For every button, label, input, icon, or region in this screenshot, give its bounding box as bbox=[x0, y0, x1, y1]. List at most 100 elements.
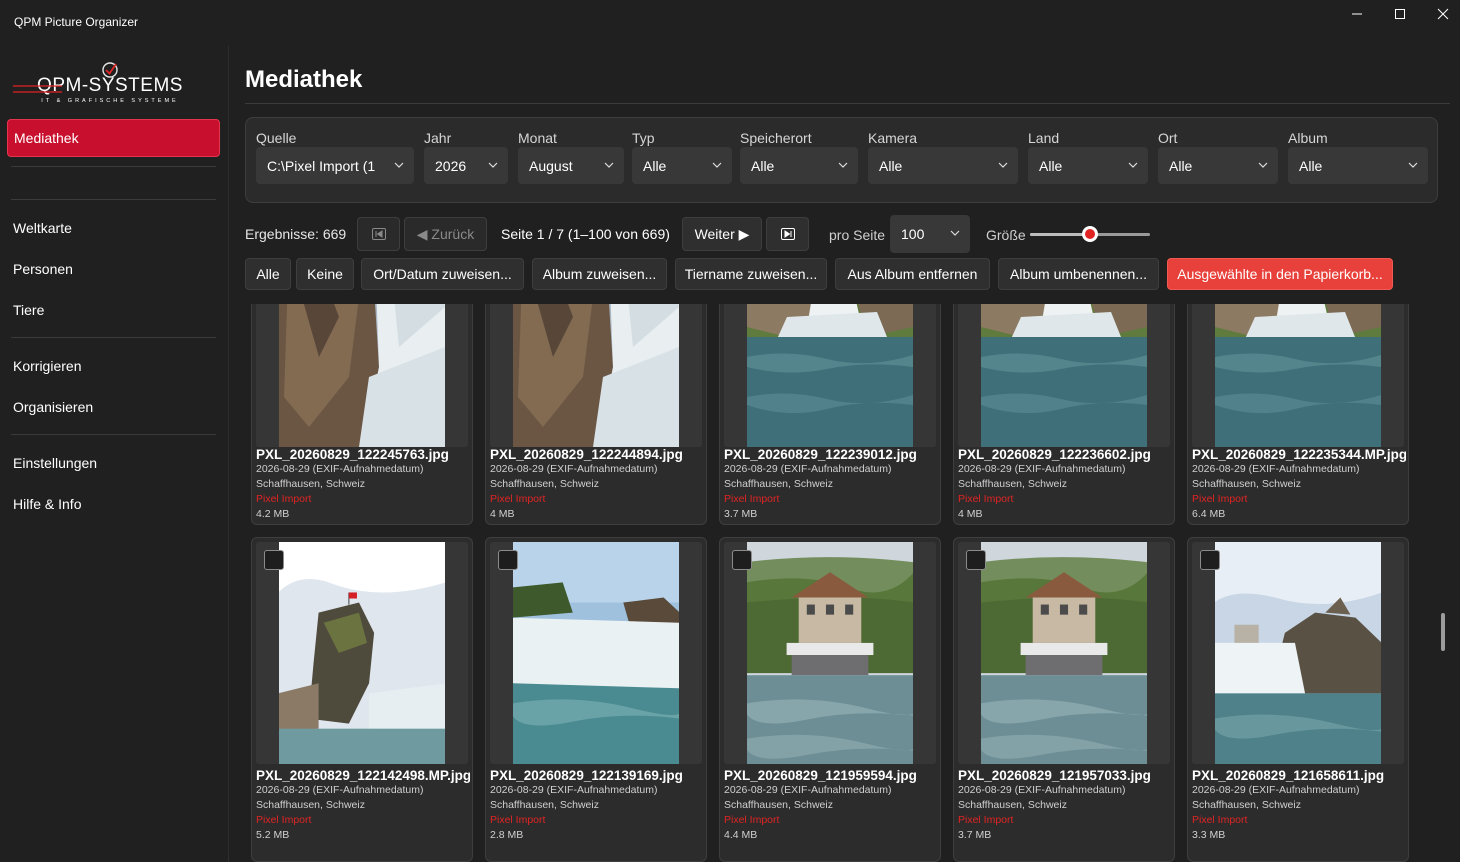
remove-from-album-button[interactable]: Aus Album entfernen bbox=[835, 258, 990, 290]
filter-label: Quelle bbox=[256, 130, 297, 146]
select-checkbox[interactable] bbox=[966, 550, 986, 570]
sidebar-item-tiere[interactable]: Tiere bbox=[7, 291, 220, 329]
close-button[interactable] bbox=[1422, 4, 1460, 24]
size-slider-thumb[interactable] bbox=[1082, 226, 1098, 242]
sidebar-item-mediathek[interactable]: Mediathek bbox=[7, 119, 220, 157]
photo-thumbnail[interactable] bbox=[513, 304, 679, 447]
maximize-icon bbox=[1395, 9, 1405, 19]
album-select[interactable]: Alle bbox=[1288, 147, 1428, 184]
photo-filename: PXL_20260829_122245763.jpg bbox=[256, 447, 449, 462]
ort-select[interactable]: Alle bbox=[1158, 147, 1278, 184]
photo-filename: PXL_20260829_121959594.jpg bbox=[724, 768, 917, 783]
photo-filesize: 4 MB bbox=[490, 508, 515, 520]
photo-filename: PXL_20260829_122235344.MP.jpg bbox=[1192, 447, 1406, 462]
photo-date: 2026-08-29 (EXIF-Aufnahmedatum) bbox=[724, 784, 892, 796]
photo-source: Pixel Import bbox=[256, 814, 312, 826]
filter-label: Typ bbox=[632, 130, 655, 146]
photo-date: 2026-08-29 (EXIF-Aufnahmedatum) bbox=[958, 463, 1126, 475]
photo-card[interactable]: PXL_20260829_121658611.jpg 2026-08-29 (EX… bbox=[1187, 537, 1409, 862]
photo-card[interactable]: PXL_20260829_122139169.jpg 2026-08-29 (EX… bbox=[485, 537, 707, 862]
photo-filename: PXL_20260829_122142498.MP.jpg bbox=[256, 768, 470, 783]
back-button[interactable]: ◀ Zurück bbox=[404, 217, 487, 251]
filter-label: Kamera bbox=[868, 130, 918, 146]
sidebar-item-personen[interactable]: Personen bbox=[7, 250, 220, 288]
photo-filename: PXL_20260829_121957033.jpg bbox=[958, 768, 1151, 783]
jahr-select[interactable]: 2026 bbox=[424, 147, 508, 184]
select-checkbox[interactable] bbox=[1200, 550, 1220, 570]
photo-thumbnail-frame bbox=[256, 542, 468, 764]
select-all-button[interactable]: Alle bbox=[245, 258, 291, 290]
rename-album-button[interactable]: Album umbenennen... bbox=[998, 258, 1159, 290]
photo-card[interactable]: PXL_20260829_122244894.jpg 2026-08-29 (EX… bbox=[485, 304, 707, 525]
select-value: 100 bbox=[901, 226, 925, 242]
photo-thumbnail[interactable] bbox=[747, 542, 913, 764]
quelle-select[interactable]: C:\Pixel Import (1 bbox=[256, 147, 414, 184]
photo-card[interactable]: PXL_20260829_122245763.jpg 2026-08-29 (EX… bbox=[251, 304, 473, 525]
sidebar-item-korrigieren[interactable]: Korrigieren bbox=[7, 347, 220, 385]
photo-thumbnail[interactable] bbox=[279, 542, 445, 764]
photo-thumbnail[interactable] bbox=[981, 304, 1147, 447]
assign-album-button[interactable]: Album zuweisen... bbox=[532, 258, 667, 290]
filter-label: Speicherort bbox=[740, 130, 812, 146]
page-info: Seite 1 / 7 (1–100 von 669) bbox=[501, 226, 670, 242]
assign-place-date-button[interactable]: Ort/Datum zuweisen... bbox=[361, 258, 524, 290]
sidebar-item-einstellungen[interactable]: Einstellungen bbox=[7, 444, 220, 482]
next-button[interactable]: Weiter ▶ bbox=[682, 217, 762, 251]
select-value: 2026 bbox=[435, 157, 467, 174]
chevron-down-icon bbox=[1408, 162, 1418, 168]
sidebar-item-organisieren[interactable]: Organisieren bbox=[7, 388, 220, 426]
typ-select[interactable]: Alle bbox=[632, 147, 732, 184]
action-bar: Alle Keine Ort/Datum zuweisen... Album z… bbox=[230, 258, 1460, 290]
photo-thumbnail[interactable] bbox=[1215, 542, 1381, 764]
photo-thumbnail-frame bbox=[958, 542, 1170, 764]
grid-scrollbar-thumb[interactable] bbox=[1441, 613, 1445, 651]
per-page-select[interactable]: 100 bbox=[890, 215, 970, 253]
first-page-button[interactable] bbox=[357, 217, 400, 251]
photo-card[interactable]: PXL_20260829_121959594.jpg 2026-08-29 (EX… bbox=[719, 537, 941, 862]
skip-to-end-icon bbox=[780, 228, 795, 240]
filter-label: Monat bbox=[518, 130, 557, 146]
photo-thumbnail[interactable] bbox=[747, 304, 913, 447]
assign-animal-name-button[interactable]: Tiername zuweisen... bbox=[675, 258, 827, 290]
select-value: August bbox=[529, 157, 573, 174]
last-page-button[interactable] bbox=[766, 217, 809, 251]
results-count: Ergebnisse: 669 bbox=[245, 226, 347, 242]
chevron-down-icon bbox=[488, 162, 498, 168]
photo-filename: PXL_20260829_122236602.jpg bbox=[958, 447, 1151, 462]
land-select[interactable]: Alle bbox=[1028, 147, 1148, 184]
sidebar-item-hilfe-info[interactable]: Hilfe & Info bbox=[7, 485, 220, 523]
photo-thumbnail[interactable] bbox=[1215, 304, 1381, 447]
select-value: Alle bbox=[879, 157, 903, 174]
photo-thumbnail[interactable] bbox=[279, 304, 445, 447]
photo-metadata: PXL_20260829_122139169.jpg 2026-08-29 (EX… bbox=[490, 768, 704, 843]
photo-date: 2026-08-29 (EXIF-Aufnahmedatum) bbox=[958, 784, 1126, 796]
select-none-button[interactable]: Keine bbox=[296, 258, 354, 290]
photo-thumbnail-frame bbox=[724, 304, 936, 447]
kamera-select[interactable]: Alle bbox=[868, 147, 1018, 184]
photo-metadata: PXL_20260829_121957033.jpg 2026-08-29 (EX… bbox=[958, 768, 1172, 843]
photo-date: 2026-08-29 (EXIF-Aufnahmedatum) bbox=[490, 463, 658, 475]
photo-thumbnail[interactable] bbox=[513, 542, 679, 764]
minimize-icon bbox=[1352, 13, 1362, 15]
photo-filesize: 3.3 MB bbox=[1192, 829, 1226, 841]
photo-card[interactable]: PXL_20260829_122239012.jpg 2026-08-29 (EX… bbox=[719, 304, 941, 525]
photo-date: 2026-08-29 (EXIF-Aufnahmedatum) bbox=[724, 463, 892, 475]
monat-select[interactable]: August bbox=[518, 147, 624, 184]
photo-card[interactable]: PXL_20260829_122236602.jpg 2026-08-29 (EX… bbox=[953, 304, 1175, 525]
close-icon bbox=[1437, 8, 1449, 20]
maximize-button[interactable] bbox=[1379, 4, 1421, 24]
photo-card[interactable]: PXL_20260829_122235344.MP.jpg 2026-08-29 … bbox=[1187, 304, 1409, 525]
select-checkbox[interactable] bbox=[264, 550, 284, 570]
move-to-trash-button[interactable]: Ausgewählte in den Papierkorb... bbox=[1167, 258, 1393, 290]
photo-source: Pixel Import bbox=[724, 814, 780, 826]
speicherort-select[interactable]: Alle bbox=[740, 147, 858, 184]
photo-card[interactable]: PXL_20260829_122142498.MP.jpg 2026-08-29 … bbox=[251, 537, 473, 862]
app-title: QPM Picture Organizer bbox=[14, 15, 139, 29]
sidebar-item-weltkarte[interactable]: Weltkarte bbox=[7, 209, 220, 247]
minimize-button[interactable] bbox=[1336, 4, 1378, 24]
select-checkbox[interactable] bbox=[732, 550, 752, 570]
photo-metadata: PXL_20260829_122236602.jpg 2026-08-29 (EX… bbox=[958, 447, 1172, 522]
photo-card[interactable]: PXL_20260829_121957033.jpg 2026-08-29 (EX… bbox=[953, 537, 1175, 862]
select-checkbox[interactable] bbox=[498, 550, 518, 570]
photo-thumbnail[interactable] bbox=[981, 542, 1147, 764]
